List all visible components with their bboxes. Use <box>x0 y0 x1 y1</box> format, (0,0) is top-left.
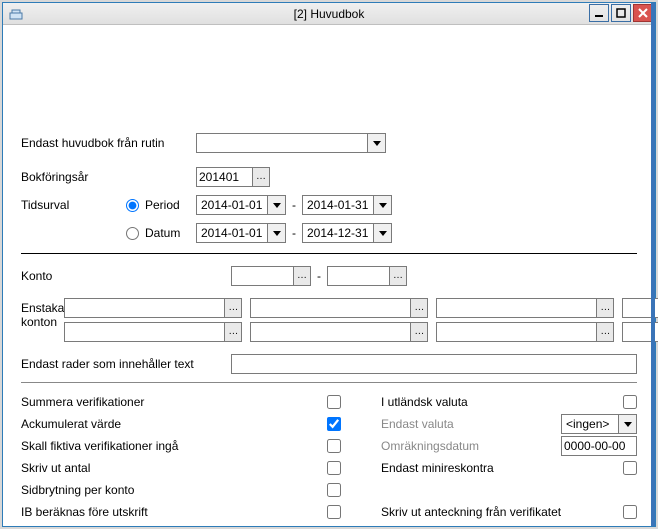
summera-label: Summera verifikationer <box>21 395 327 409</box>
summera-checkbox[interactable] <box>327 395 341 409</box>
sidbryt-checkbox[interactable] <box>327 483 341 497</box>
anteckning-label: Skriv ut anteckning från verifikatet <box>381 505 623 519</box>
enstaka-picker-2[interactable]: … <box>410 298 428 318</box>
datum-to-select[interactable]: 2014-12-31 <box>302 223 392 243</box>
enstaka-input-1[interactable] <box>64 298 224 318</box>
chevron-down-icon[interactable] <box>374 223 392 243</box>
enstaka-picker-6[interactable]: … <box>410 322 428 342</box>
maximize-button[interactable] <box>611 4 631 22</box>
period-to-select[interactable]: 2014-01-31 <box>302 195 392 215</box>
window-title: [2] Huvudbok <box>3 7 655 21</box>
konto-to-input[interactable] <box>327 266 389 286</box>
antal-label: Skriv ut antal <box>21 461 327 475</box>
utlandsk-label: I utländsk valuta <box>381 395 623 409</box>
enstaka-input-6[interactable] <box>250 322 410 342</box>
rutin-select[interactable]: Alla <box>196 133 386 153</box>
minires-checkbox[interactable] <box>623 461 637 475</box>
bokforingsar-picker-button[interactable]: … <box>252 167 270 187</box>
period-radio-label: Period <box>145 198 180 212</box>
enstaka-input-3[interactable] <box>436 298 596 318</box>
datum-radio-label: Datum <box>145 226 180 240</box>
minires-label: Endast minireskontra <box>381 461 623 475</box>
text-filter-label: Endast rader som innehåller text <box>21 357 231 371</box>
scrollbar-stub <box>651 3 655 526</box>
chevron-down-icon[interactable] <box>268 223 286 243</box>
fiktiva-checkbox[interactable] <box>327 439 341 453</box>
chevron-down-icon[interactable] <box>268 195 286 215</box>
datum-from-select[interactable]: 2014-01-01 <box>196 223 286 243</box>
enstaka-picker-1[interactable]: … <box>224 298 242 318</box>
rutin-value: Alla <box>196 133 368 153</box>
konto-label: Konto <box>21 269 231 283</box>
bokforingsar-label: Bokföringsår <box>21 170 196 184</box>
enstaka-picker-3[interactable]: … <box>596 298 614 318</box>
rutin-label: Endast huvudbok från rutin <box>21 136 196 150</box>
close-button[interactable] <box>633 4 653 22</box>
konto-from-input[interactable] <box>231 266 293 286</box>
text-filter-input[interactable] <box>231 354 637 374</box>
fiktiva-label: Skall fiktiva verifikationer ingå <box>21 439 327 453</box>
bokforingsar-input[interactable] <box>196 167 252 187</box>
ib-checkbox[interactable] <box>327 505 341 519</box>
konto-to-picker[interactable]: … <box>389 266 407 286</box>
minimize-button[interactable] <box>589 4 609 22</box>
period-from-select[interactable]: 2014-01-01 <box>196 195 286 215</box>
chevron-down-icon[interactable] <box>368 133 386 153</box>
enstaka-input-7[interactable] <box>436 322 596 342</box>
sidbryt-label: Sidbrytning per konto <box>21 483 327 497</box>
enstaka-input-2[interactable] <box>250 298 410 318</box>
antal-checkbox[interactable] <box>327 461 341 475</box>
omrak-label: Omräkningsdatum <box>381 439 561 453</box>
valuta-label: Endast valuta <box>381 417 561 431</box>
anteckning-checkbox[interactable] <box>623 505 637 519</box>
omrak-input[interactable] <box>561 436 637 456</box>
chevron-down-icon[interactable] <box>374 195 392 215</box>
utlandsk-checkbox[interactable] <box>623 395 637 409</box>
ack-checkbox[interactable] <box>327 417 341 431</box>
ib-label: IB beräknas före utskrift <box>21 505 327 519</box>
enstaka-picker-5[interactable]: … <box>224 322 242 342</box>
enstaka-picker-7[interactable]: … <box>596 322 614 342</box>
period-radio[interactable] <box>126 199 139 212</box>
window: [2] Huvudbok Endast huvudbok från rutin … <box>2 2 656 527</box>
konto-from-picker[interactable]: … <box>293 266 311 286</box>
titlebar: [2] Huvudbok <box>3 3 655 25</box>
enstaka-input-5[interactable] <box>64 322 224 342</box>
chevron-down-icon[interactable] <box>619 414 637 434</box>
tidsurval-label: Tidsurval <box>21 198 126 212</box>
datum-radio[interactable] <box>126 227 139 240</box>
enstaka-label: Enstaka konton <box>21 298 64 329</box>
ack-label: Ackumulerat värde <box>21 417 327 431</box>
valuta-select[interactable]: <ingen> <box>561 414 637 434</box>
